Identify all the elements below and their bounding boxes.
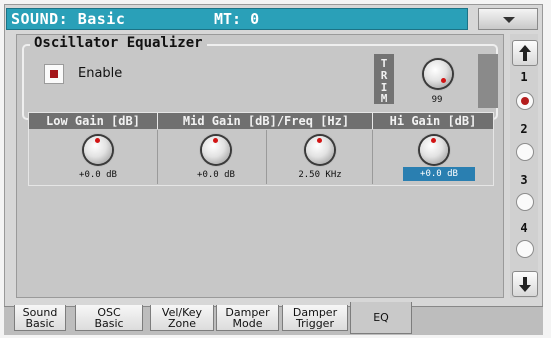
tab-sound-basic[interactable]: Sound Basic: [14, 305, 66, 331]
page-2-radio[interactable]: [516, 143, 534, 161]
tab-label-line2: Mode: [232, 317, 263, 330]
page-number: 4: [520, 221, 528, 235]
page-title: SOUND: Basic: [11, 10, 126, 28]
tab-vel-key-zone[interactable]: Vel/Key Zone: [150, 305, 214, 331]
eq-divider: [157, 130, 158, 184]
mid-gain-freq-header: Mid Gain [dB]/Freq [Hz]: [182, 114, 350, 128]
page-number: 3: [520, 173, 528, 187]
low-gain-header: Low Gain [dB]: [46, 114, 140, 128]
trim-knob[interactable]: [424, 60, 452, 88]
low-gain-value[interactable]: +0.0 dB: [70, 170, 126, 180]
chevron-down-icon: [503, 17, 515, 23]
page-4-radio[interactable]: [516, 240, 534, 258]
tab-label-line2: Trigger: [296, 317, 334, 330]
page-menu-button[interactable]: [478, 8, 538, 30]
selected-indicator: [521, 97, 529, 105]
eq-divider: [372, 113, 373, 129]
knob-indicator: [95, 138, 100, 143]
header-bar: SOUND: Basic MT: 0: [6, 8, 468, 30]
page-1-radio[interactable]: [516, 92, 534, 110]
eq-divider: [266, 130, 267, 184]
tab-label-line2: Zone: [167, 317, 196, 330]
tab-label-line1: EQ: [373, 311, 389, 324]
page-number: 1: [520, 70, 528, 84]
enable-label: Enable: [78, 66, 123, 81]
checkbox-check-mark: [50, 70, 58, 78]
hi-gain-value[interactable]: +0.0 dB: [403, 167, 475, 181]
trim-label-bar: T R I M: [374, 54, 394, 105]
mid-gain-knob[interactable]: [202, 136, 230, 164]
enable-checkbox[interactable]: [44, 64, 64, 84]
eq-divider: [157, 113, 158, 129]
group-title: Oscillator Equalizer: [30, 35, 207, 51]
tab-label-line2: Basic: [25, 317, 55, 330]
knob-indicator: [317, 138, 322, 143]
hi-gain-header: Hi Gain [dB]: [389, 114, 477, 128]
hi-gain-knob[interactable]: [420, 136, 448, 164]
tab-damper-mode[interactable]: Damper Mode: [216, 305, 279, 331]
trim-char: M: [380, 92, 388, 105]
page-3-radio[interactable]: [516, 193, 534, 211]
trim-value: 99: [431, 95, 443, 105]
trim-meter: [478, 54, 498, 108]
tab-eq[interactable]: EQ: [350, 302, 412, 334]
eq-divider: [372, 130, 373, 184]
knob-indicator: [431, 138, 436, 143]
scroll-up-button[interactable]: [512, 40, 538, 66]
mt-indicator: MT: 0: [214, 10, 260, 28]
knob-indicator: [213, 138, 218, 143]
tab-osc-basic[interactable]: OSC Basic: [75, 305, 143, 331]
mid-freq-knob[interactable]: [306, 136, 334, 164]
tab-label-line2: Basic: [94, 317, 124, 330]
low-gain-knob[interactable]: [84, 136, 112, 164]
mid-gain-value[interactable]: +0.0 dB: [188, 170, 244, 180]
scroll-down-button[interactable]: [512, 271, 538, 297]
knob-indicator: [441, 78, 446, 83]
tab-damper-trigger[interactable]: Damper Trigger: [282, 305, 348, 331]
page-number: 2: [520, 122, 528, 136]
mid-freq-value[interactable]: 2.50 KHz: [290, 170, 350, 180]
